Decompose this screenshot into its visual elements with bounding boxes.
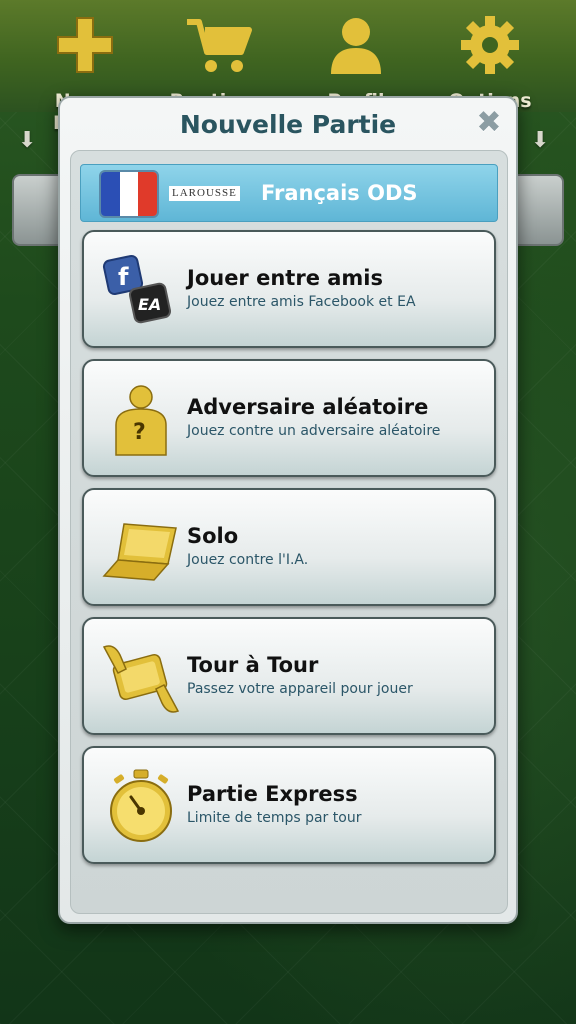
pass-device-icon xyxy=(102,645,180,713)
dictionary-name: Français ODS xyxy=(261,181,418,205)
option-subtitle: Jouez contre l'I.A. xyxy=(187,552,309,568)
down-arrow-icon: ⬇ xyxy=(18,128,37,153)
option-title: Tour à Tour xyxy=(187,653,319,677)
option-title: Adversaire aléatoire xyxy=(187,395,429,419)
profile-icon xyxy=(331,18,381,74)
down-arrow-icon: ⬇ xyxy=(531,128,550,153)
option-title: Jouer entre amis xyxy=(187,266,383,290)
option-title: Solo xyxy=(187,524,239,548)
gear-icon xyxy=(461,16,519,74)
french-flag-icon xyxy=(99,170,159,218)
pass-and-play-button[interactable]: Tour à Tour Passez votre appareil pour j… xyxy=(82,617,496,735)
play-with-friends-button[interactable]: f EA Jouer entre amis Jouez entre amis F… xyxy=(82,230,496,348)
random-opponent-icon: ? xyxy=(115,385,167,456)
larousse-logo: LAROUSSE xyxy=(169,186,240,201)
laptop-icon xyxy=(102,523,177,581)
toolbar-new-game-button[interactable]: Nouv. Partie xyxy=(30,10,140,134)
ea-letters: EA xyxy=(138,295,161,314)
cart-icon xyxy=(187,19,252,72)
close-icon[interactable]: ✖ xyxy=(474,108,504,138)
dialog-title: Nouvelle Partie xyxy=(179,110,397,139)
plus-icon xyxy=(57,17,113,73)
option-title: Partie Express xyxy=(187,782,358,806)
new-game-dialog: Nouvelle Partie ✖ LAROUSSE Français ODS … xyxy=(58,96,518,924)
toolbar-options-button[interactable]: Options xyxy=(435,10,545,112)
option-subtitle: Jouez contre un adversaire aléatoire xyxy=(187,423,441,439)
option-subtitle: Passez votre appareil pour jouer xyxy=(187,681,413,697)
stopwatch-icon xyxy=(110,769,172,842)
option-subtitle: Jouez entre amis Facebook et EA xyxy=(187,294,416,310)
toolbar-shop-button[interactable]: Boutique xyxy=(163,10,273,112)
facebook-ea-icon: f EA xyxy=(102,254,172,324)
question-mark: ? xyxy=(133,420,146,445)
express-game-button[interactable]: Partie Express Limite de temps par tour xyxy=(82,746,496,864)
solo-button[interactable]: Solo Jouez contre l'I.A. xyxy=(82,488,496,606)
dictionary-selector[interactable]: LAROUSSE Français ODS xyxy=(80,164,498,222)
option-subtitle: Limite de temps par tour xyxy=(187,810,362,826)
facebook-letter: f xyxy=(118,263,129,291)
toolbar-profile-button[interactable]: Profil xyxy=(301,10,411,112)
random-opponent-button[interactable]: ? Adversaire aléatoire Jouez contre un a… xyxy=(82,359,496,477)
